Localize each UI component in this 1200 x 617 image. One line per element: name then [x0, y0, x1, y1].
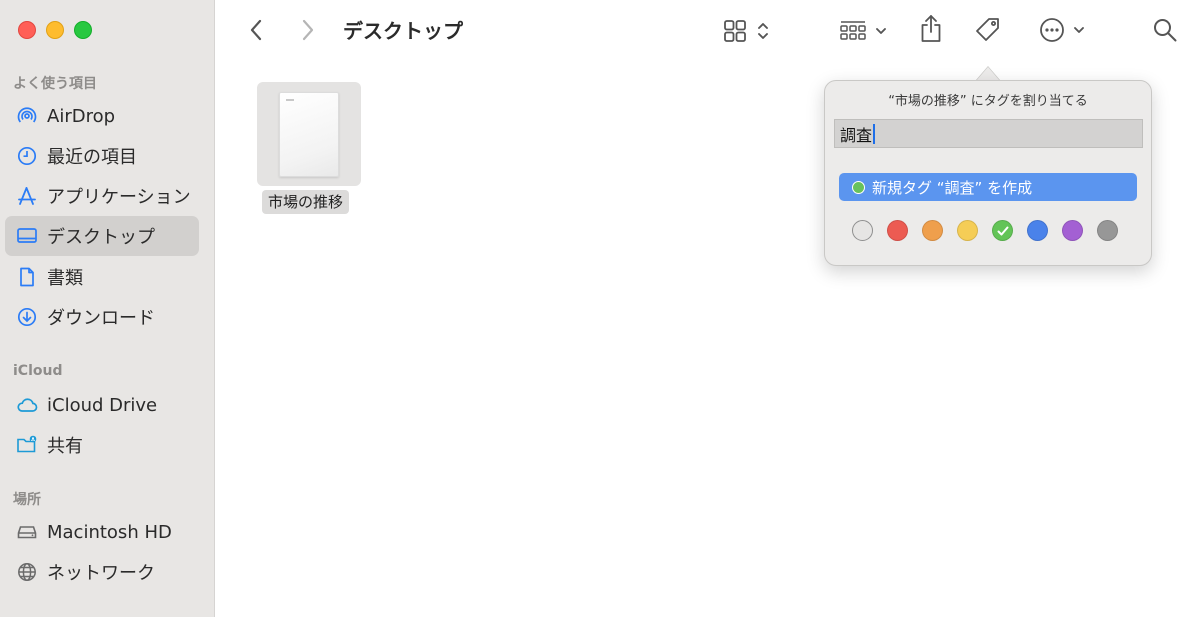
popover-arrow — [976, 67, 1000, 81]
tag-color-yellow[interactable] — [957, 220, 978, 241]
group-button[interactable] — [836, 17, 890, 45]
share-icon — [921, 15, 941, 42]
sidebar-item-label: アプリケーション — [47, 187, 191, 208]
search-button[interactable] — [1150, 15, 1180, 45]
more-actions-button[interactable] — [1035, 16, 1089, 44]
chevron-up-down-icon — [757, 23, 768, 39]
view-mode-button[interactable] — [718, 17, 774, 45]
chevron-down-icon — [876, 28, 886, 34]
green-tag-dot-icon — [852, 180, 865, 194]
ellipsis-circle-icon — [1040, 18, 1064, 42]
file-icon-selected[interactable] — [257, 82, 361, 186]
sidebar-item-label: ダウンロード — [47, 308, 155, 329]
sidebar-item-label: Macintosh HD — [47, 521, 172, 543]
sidebar-item-recents[interactable]: 最近の項目 — [5, 136, 199, 176]
group-by-icon — [840, 21, 866, 40]
desktop-icon — [16, 225, 38, 247]
tag-color-red[interactable] — [887, 220, 908, 241]
window-title: デスクトップ — [343, 19, 463, 43]
applications-icon — [16, 185, 38, 207]
sidebar-item-label: 最近の項目 — [47, 147, 137, 168]
document-icon — [279, 91, 339, 177]
sidebar-section-favorites: よく使う項目 — [13, 76, 97, 92]
tag-color-picker — [852, 220, 1118, 241]
sidebar-item-desktop[interactable]: デスクトップ — [5, 216, 199, 256]
tag-color-orange[interactable] — [922, 220, 943, 241]
sidebar-item-applications[interactable]: アプリケーション — [5, 176, 199, 216]
sidebar-section-locations: 場所 — [13, 492, 41, 508]
cloud-icon — [16, 394, 38, 416]
sidebar-item-icloud-drive[interactable]: iCloud Drive — [5, 385, 199, 425]
close-window-button[interactable] — [18, 21, 36, 39]
tag-icon — [976, 18, 999, 41]
chevron-left-icon — [250, 19, 262, 41]
globe-icon — [16, 561, 38, 583]
tag-color-purple[interactable] — [1062, 220, 1083, 241]
sidebar-item-macintosh-hd[interactable]: Macintosh HD — [5, 512, 199, 552]
sidebar-item-shared[interactable]: 共有 — [5, 425, 199, 465]
window-controls — [18, 21, 92, 39]
download-icon — [16, 306, 38, 328]
tag-input[interactable]: 調査 — [834, 119, 1143, 148]
sidebar-item-network[interactable]: ネットワーク — [5, 552, 199, 592]
popover-title: “市場の推移” にタグを割り当てる — [888, 94, 1088, 109]
sidebar-item-airdrop[interactable]: AirDrop — [5, 96, 199, 136]
zoom-window-button[interactable] — [74, 21, 92, 39]
clock-icon — [16, 145, 38, 167]
tag-popover: “市場の推移” にタグを割り当てる 調査 新規タグ “調査” を作成 — [824, 80, 1152, 266]
sidebar-item-label: デスクトップ — [47, 227, 155, 248]
chevron-right-icon — [302, 19, 314, 41]
shared-folder-icon — [16, 434, 38, 456]
tag-color-blue[interactable] — [1027, 220, 1048, 241]
airdrop-icon — [16, 105, 38, 127]
tag-color-gray[interactable] — [1097, 220, 1118, 241]
sidebar-item-downloads[interactable]: ダウンロード — [5, 297, 199, 337]
icon-grid-view-icon — [723, 20, 746, 42]
create-tag-label: 新規タグ “調査” を作成 — [872, 178, 1033, 197]
tag-color-green[interactable] — [992, 220, 1013, 241]
text-caret — [873, 123, 876, 144]
sidebar-item-label: iCloud Drive — [47, 394, 158, 416]
share-button[interactable] — [917, 13, 945, 45]
sidebar-item-label: ネットワーク — [47, 563, 155, 584]
sidebar: よく使う項目 AirDrop 最近の項目 アプリケーション デスクトップ 書類 — [0, 0, 215, 617]
tag-button[interactable] — [972, 14, 1004, 46]
sidebar-section-icloud: iCloud — [13, 363, 63, 379]
minimize-window-button[interactable] — [46, 21, 64, 39]
search-icon — [1154, 19, 1177, 42]
back-button[interactable] — [244, 17, 268, 43]
hard-drive-icon — [16, 521, 38, 543]
sidebar-item-label: 書類 — [47, 268, 83, 289]
create-tag-option[interactable]: 新規タグ “調査” を作成 — [839, 173, 1137, 201]
sidebar-item-label: AirDrop — [47, 105, 116, 127]
sidebar-item-documents[interactable]: 書類 — [5, 257, 199, 297]
checkmark-icon — [997, 226, 1009, 236]
document-icon — [16, 266, 38, 288]
tag-color-none[interactable] — [852, 220, 873, 241]
file-name-label[interactable]: 市場の推移 — [262, 190, 350, 214]
forward-button[interactable] — [296, 17, 320, 43]
tag-input-value: 調査 — [840, 125, 873, 145]
sidebar-item-label: 共有 — [47, 436, 83, 457]
chevron-down-icon — [1074, 27, 1084, 33]
